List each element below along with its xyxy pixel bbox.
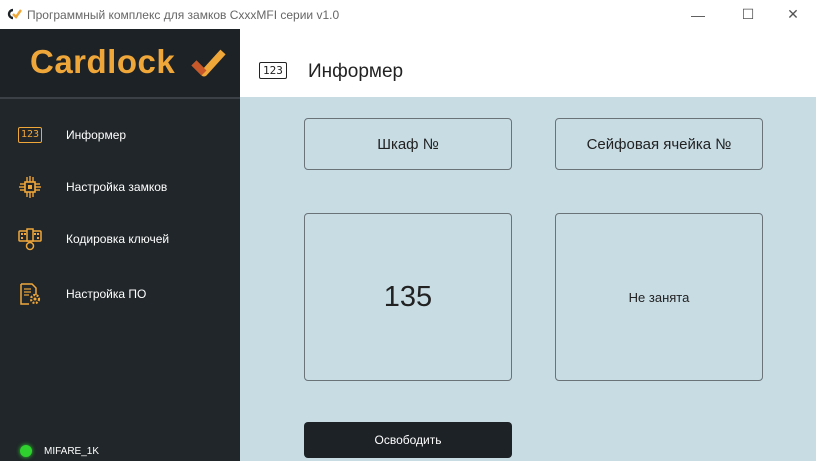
safe-cell-label: Сейфовая ячейка № — [555, 118, 763, 170]
123-icon: 123 — [259, 62, 287, 79]
sidebar-item-label: Информер — [66, 128, 127, 142]
sidebar-item-lock-settings[interactable]: Настройка замков — [0, 167, 240, 207]
123-icon: 123 — [17, 123, 43, 147]
release-button[interactable]: Освободить — [304, 422, 512, 458]
window-title: Программный комплекс для замков CxxxMFI … — [27, 8, 340, 22]
cabinet-number: 135 — [304, 213, 512, 381]
sidebar-item-label: Настройка замков — [66, 180, 168, 194]
key-card-icon — [18, 227, 42, 251]
status-label: MIFARE_1K — [44, 445, 100, 457]
checkmark-icon — [191, 49, 226, 77]
minimize-button[interactable]: — — [675, 0, 721, 29]
sidebar-badge: 123 — [17, 127, 43, 143]
sidebar-item-software-settings[interactable]: Настройка ПО — [0, 274, 240, 314]
page-header: 123 Информер — [240, 29, 816, 97]
sidebar: Cardlock 123 Информер Настройка замков К… — [0, 29, 240, 461]
main-panel: Шкаф № Сейфовая ячейка № 135 Не занята О… — [240, 97, 816, 461]
document-gear-icon — [18, 282, 42, 306]
sidebar-item-informer[interactable]: 123 Информер — [0, 115, 240, 155]
page-title: Информер — [308, 61, 404, 82]
sidebar-item-label: Настройка ПО — [66, 287, 147, 301]
safe-cell-status: Не занята — [555, 213, 763, 381]
logo-text: Cardlock — [30, 43, 176, 80]
close-button[interactable]: ✕ — [770, 0, 816, 29]
sidebar-item-key-encoding[interactable]: Кодировка ключей — [0, 219, 240, 259]
title-bar: Программный комплекс для замков CxxxMFI … — [0, 0, 816, 29]
reader-status: MIFARE_1K — [20, 445, 99, 457]
app-icon — [7, 8, 22, 20]
status-indicator — [20, 445, 32, 457]
logo: Cardlock — [0, 29, 240, 99]
sidebar-item-label: Кодировка ключей — [66, 232, 170, 246]
maximize-button[interactable]: ☐ — [725, 0, 771, 29]
chip-icon — [18, 175, 42, 199]
cabinet-label: Шкаф № — [304, 118, 512, 170]
